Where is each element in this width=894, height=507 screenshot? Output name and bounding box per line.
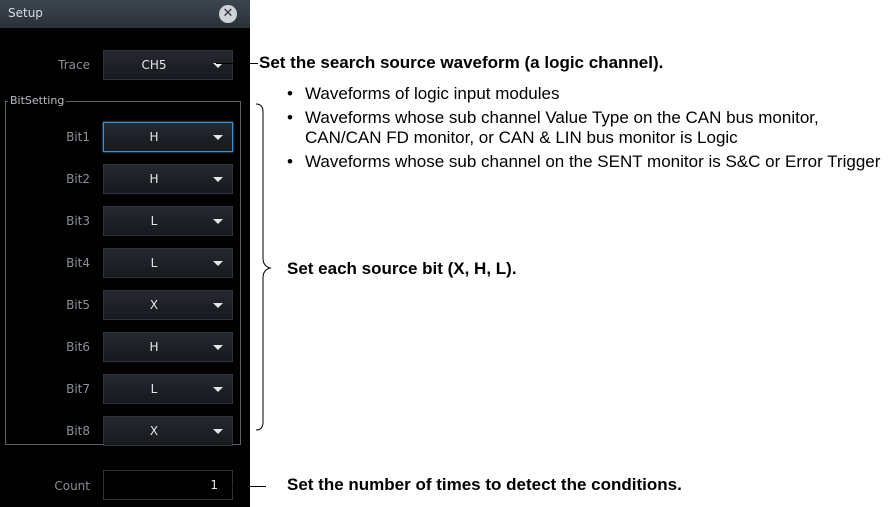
trace-pointer-line: [216, 63, 258, 64]
chevron-down-icon: [213, 303, 223, 308]
bit-value: X: [149, 298, 159, 312]
bit-value: H: [149, 130, 159, 144]
count-value: 1: [210, 478, 218, 492]
bitsetting-group-label: BitSetting: [8, 94, 67, 107]
chevron-down-icon: [213, 177, 223, 182]
bit-label: Bit4: [66, 256, 90, 270]
chevron-down-icon: [213, 135, 223, 140]
trace-dropdown[interactable]: CH5: [103, 50, 233, 80]
dialog-titlebar: Setup ✕: [0, 0, 250, 28]
bullet-icon: •: [287, 108, 293, 127]
bit4-dropdown[interactable]: L: [103, 248, 233, 278]
list-item: • Waveforms of logic input modules: [287, 84, 560, 103]
bit-label: Bit2: [66, 172, 90, 186]
bit-label: Bit7: [66, 382, 90, 396]
bit2-dropdown[interactable]: H: [103, 164, 233, 194]
bullet-icon: •: [287, 152, 293, 171]
count-field[interactable]: 1: [103, 470, 233, 500]
bit-value: X: [149, 424, 159, 438]
bit-value: H: [149, 340, 159, 354]
bullet-icon: •: [287, 84, 293, 103]
dialog-title: Setup: [8, 6, 43, 20]
bit-label: Bit1: [66, 130, 90, 144]
trace-value: CH5: [141, 58, 167, 72]
bit3-dropdown[interactable]: L: [103, 206, 233, 236]
bit8-dropdown[interactable]: X: [103, 416, 233, 446]
chevron-down-icon: [213, 429, 223, 434]
count-annotation: Set the number of times to detect the co…: [287, 475, 682, 494]
list-item: • Waveforms whose sub channel on the SEN…: [287, 152, 881, 171]
bits-annotation: Set each source bit (X, H, L).: [287, 259, 517, 278]
bit-label: Bit8: [66, 424, 90, 438]
chevron-down-icon: [213, 261, 223, 266]
chevron-down-icon: [213, 345, 223, 350]
bit-label: Bit6: [66, 340, 90, 354]
bit-label: Bit3: [66, 214, 90, 228]
trace-bullet-list: • Waveforms of logic input modules • Wav…: [287, 84, 887, 176]
list-item: • Waveforms whose sub channel Value Type…: [287, 108, 819, 147]
trace-annotation: Set the search source waveform (a logic …: [259, 53, 664, 72]
bit1-dropdown[interactable]: H: [103, 122, 233, 152]
bit7-dropdown[interactable]: L: [103, 374, 233, 404]
count-label: Count: [54, 479, 90, 493]
bit-label: Bit5: [66, 298, 90, 312]
trace-label: Trace: [58, 58, 90, 72]
setup-dialog: Setup ✕ Trace CH5 BitSetting Bit1 H Bit2 H B…: [0, 0, 250, 507]
close-icon[interactable]: ✕: [219, 5, 237, 23]
bit6-dropdown[interactable]: H: [103, 332, 233, 362]
bit5-dropdown[interactable]: X: [103, 290, 233, 320]
bits-brace-icon: [255, 103, 272, 431]
count-pointer-line: [216, 486, 266, 487]
bit-value: L: [150, 256, 158, 270]
chevron-down-icon: [213, 387, 223, 392]
bit-value: H: [149, 172, 159, 186]
bit-value: L: [150, 214, 158, 228]
bit-value: L: [150, 382, 158, 396]
chevron-down-icon: [213, 219, 223, 224]
